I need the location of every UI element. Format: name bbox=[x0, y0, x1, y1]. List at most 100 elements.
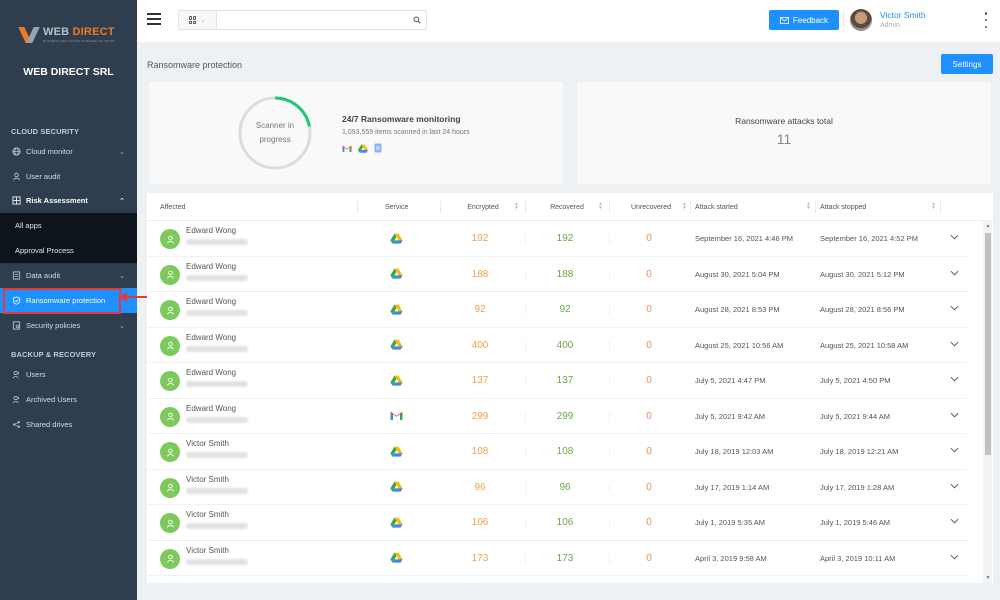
attack-stopped: July 5, 2021 9:44 AM bbox=[820, 411, 891, 421]
affected-user-name: Edward Wong bbox=[186, 332, 237, 342]
unrecovered-count: 0 bbox=[646, 233, 652, 244]
search-icon[interactable] bbox=[408, 16, 426, 24]
user-avatar-icon bbox=[160, 300, 180, 320]
sort-icon[interactable]: ▲ ▼ bbox=[514, 202, 519, 211]
expand-row-chevron-icon[interactable] bbox=[950, 233, 960, 243]
sidebar-item-security-policies[interactable]: Security policies ⌄ bbox=[0, 313, 137, 338]
attack-started: July 5, 2021 9:42 AM bbox=[695, 411, 766, 421]
table-header: Affected Service Encrypted ▲ ▼ Recovered ▲ ▼… bbox=[147, 193, 993, 221]
search-input[interactable] bbox=[217, 11, 408, 29]
recovered-count: 137 bbox=[556, 375, 574, 386]
sort-icon[interactable]: ▲ ▼ bbox=[682, 202, 687, 211]
table-row[interactable]: Victor Smith 108 108 0 July 18, 2019 12:… bbox=[147, 434, 967, 470]
user-avatar-icon bbox=[160, 229, 180, 249]
unrecovered-count: 0 bbox=[646, 268, 652, 280]
column-header-attack-started[interactable]: Attack started ▲ ▼ bbox=[695, 193, 817, 221]
attack-stopped: September 16, 2021 4:52 PM bbox=[820, 234, 918, 243]
expand-row-chevron-icon[interactable] bbox=[950, 411, 960, 421]
table-row[interactable]: Victor Smith 96 96 0 July 17, 2019 1:14 … bbox=[147, 470, 967, 505]
table-row[interactable]: Victor Smith 173 173 0 April 3, 2019 9:5… bbox=[147, 541, 967, 576]
google-drive-icon bbox=[389, 339, 403, 350]
settings-button[interactable]: Settings bbox=[941, 54, 993, 74]
affected-user-name: Edward Wong bbox=[186, 261, 237, 271]
sidebar-item-cloud-monitor[interactable]: Cloud monitor ⌄ bbox=[0, 139, 137, 164]
sidebar-item-shared-drives[interactable]: Shared drives bbox=[0, 412, 137, 437]
service-icon bbox=[389, 231, 403, 245]
expand-row-chevron-icon[interactable] bbox=[950, 269, 960, 279]
recovered-count: 106 bbox=[556, 517, 574, 528]
unrecovered-count: 0 bbox=[646, 375, 652, 386]
attack-started: July 18, 2019 12:03 AM bbox=[695, 447, 774, 456]
sidebar-item-ransomware-protection[interactable]: Ransomware protection bbox=[0, 288, 137, 313]
sidebar-item-users[interactable]: Users bbox=[0, 362, 137, 387]
recovered-count: 92 bbox=[559, 304, 571, 315]
affected-user-email-redacted bbox=[186, 558, 248, 565]
user-role: Admin bbox=[880, 22, 900, 29]
expand-row-chevron-icon[interactable] bbox=[950, 340, 960, 350]
expand-row-chevron-icon[interactable] bbox=[950, 482, 960, 492]
sidebar-subitem-label: All apps bbox=[15, 221, 42, 230]
unrecovered-count: 0 bbox=[646, 446, 652, 457]
risk-assessment-submenu: All apps Approval Process bbox=[0, 213, 137, 263]
company-name: WEB DIRECT SRL bbox=[23, 66, 114, 78]
table-row[interactable]: Victor Smith 106 106 0 July 1, 2019 5:35… bbox=[147, 505, 967, 541]
expand-row-chevron-icon[interactable] bbox=[950, 553, 960, 563]
sort-icon[interactable]: ▲ ▼ bbox=[598, 202, 603, 211]
unrecovered-count: 0 bbox=[646, 517, 652, 528]
recovered-count: 173 bbox=[556, 552, 574, 564]
user-name[interactable]: Victor Smith bbox=[880, 10, 926, 20]
affected-user-name: Victor Smith bbox=[186, 474, 229, 484]
expand-row-chevron-icon[interactable] bbox=[950, 517, 960, 527]
attack-started: August 28, 2021 8:53 PM bbox=[695, 305, 780, 314]
sidebar-item-archived-users[interactable]: Archived Users bbox=[0, 387, 137, 412]
logo-tagline: BUSINESS RELATIONSHIP BASED ON TRUST bbox=[43, 39, 116, 43]
user-avatar-icon bbox=[160, 477, 180, 498]
column-header-attack-stopped[interactable]: Attack stopped ▲ ▼ bbox=[820, 193, 942, 221]
archived-users-icon bbox=[11, 395, 21, 405]
shield-icon bbox=[11, 296, 21, 306]
sidebar-item-data-audit[interactable]: Data audit ⌄ bbox=[0, 263, 137, 288]
column-header-unrecovered[interactable]: Unrecovered ▲ ▼ bbox=[609, 193, 693, 221]
feedback-button[interactable]: Feedback bbox=[769, 10, 839, 30]
table-row[interactable]: Edward Wong 400 400 0 August 25, 2021 10… bbox=[147, 328, 967, 363]
attack-started: July 17, 2019 1:14 AM bbox=[695, 482, 770, 492]
sidebar-item-label: User audit bbox=[26, 172, 61, 181]
hamburger-menu-icon[interactable] bbox=[147, 13, 161, 25]
app-switcher-button[interactable]: ⌄ bbox=[179, 11, 217, 29]
affected-user-name: Victor Smith bbox=[186, 439, 229, 448]
table-row[interactable]: Edward Wong 192 192 0 September 16, 2021… bbox=[147, 221, 967, 257]
affected-user-name: Victor Smith bbox=[186, 510, 229, 519]
table-row[interactable]: Edward Wong 299 299 0 July 5, 2021 9:42 … bbox=[147, 399, 967, 434]
sort-icon[interactable]: ▲ ▼ bbox=[931, 202, 936, 211]
table-row[interactable]: Edward Wong 92 92 0 August 28, 2021 8:53… bbox=[147, 292, 967, 328]
column-header-label: Unrecovered bbox=[630, 203, 672, 211]
attack-stopped: August 30, 2021 5:12 PM bbox=[820, 269, 905, 279]
monitored-services bbox=[342, 143, 382, 153]
google-drive-icon bbox=[389, 517, 403, 528]
sort-icon[interactable]: ▲ ▼ bbox=[806, 202, 811, 211]
more-options-icon[interactable] bbox=[983, 12, 989, 28]
column-header-recovered[interactable]: Recovered ▲ ▼ bbox=[525, 193, 609, 221]
expand-row-chevron-icon[interactable] bbox=[950, 375, 960, 385]
topbar: ⌄ Feedback Victor Smith Admin bbox=[137, 0, 1000, 42]
scroll-down-icon[interactable]: ▼ bbox=[985, 575, 991, 581]
sidebar-item-user-audit[interactable]: User audit bbox=[0, 164, 137, 189]
encrypted-count: 108 bbox=[471, 446, 489, 457]
column-header-encrypted[interactable]: Encrypted ▲ ▼ bbox=[441, 193, 525, 221]
table-row[interactable]: Edward Wong 188 188 0 August 30, 2021 5:… bbox=[147, 257, 967, 292]
table-row[interactable]: Edward Wong 137 137 0 July 5, 2021 4:47 … bbox=[147, 363, 967, 399]
expand-row-chevron-icon[interactable] bbox=[950, 446, 960, 456]
attack-stopped: July 17, 2019 1:28 AM bbox=[820, 482, 895, 492]
sidebar-subitem-all-apps[interactable]: All apps bbox=[0, 213, 137, 238]
scrollbar-thumb[interactable] bbox=[985, 233, 991, 455]
gmail-icon bbox=[390, 411, 402, 421]
sidebar-item-label: Archived Users bbox=[26, 395, 77, 404]
sidebar-subitem-approval-process[interactable]: Approval Process bbox=[0, 238, 137, 263]
user-avatar[interactable] bbox=[850, 9, 872, 31]
logo-mark-icon bbox=[18, 25, 40, 45]
encrypted-count: 173 bbox=[471, 552, 489, 564]
google-drive-icon bbox=[389, 233, 403, 244]
expand-row-chevron-icon[interactable] bbox=[950, 304, 960, 314]
scroll-up-icon[interactable]: ▲ bbox=[985, 223, 991, 229]
sidebar-item-risk-assessment[interactable]: Risk Assessment ⌃ bbox=[0, 188, 137, 213]
